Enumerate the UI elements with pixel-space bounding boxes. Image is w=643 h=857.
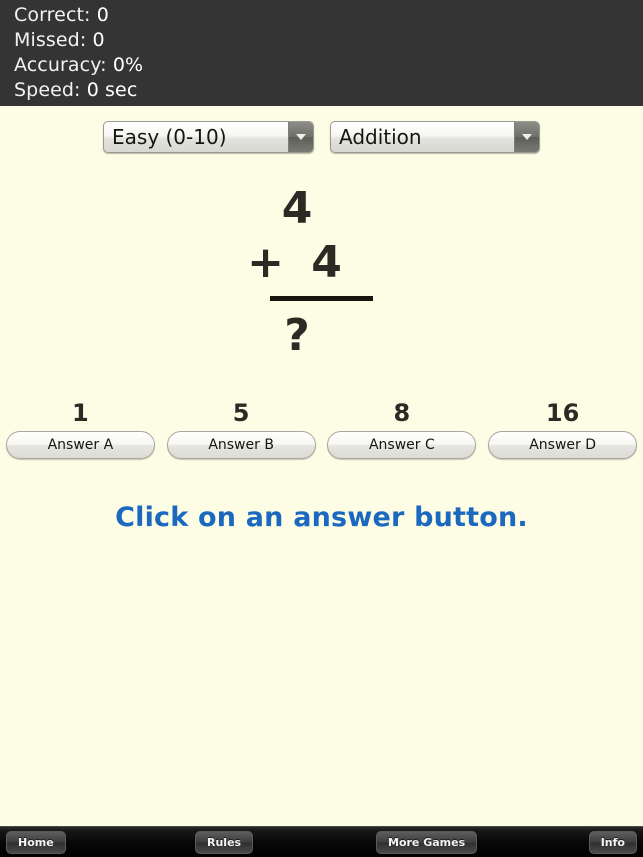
controls-row: Easy (0-10) Addition xyxy=(0,121,643,155)
answer-value-a: 1 xyxy=(72,399,89,427)
operation-select-value: Addition xyxy=(339,125,422,149)
chevron-down-icon[interactable] xyxy=(288,122,313,152)
home-button[interactable]: Home xyxy=(6,831,66,854)
problem-divider-rule xyxy=(270,296,373,301)
info-button[interactable]: Info xyxy=(588,831,637,854)
answer-button-d[interactable]: Answer D xyxy=(488,431,638,459)
problem-operand-1: 4 xyxy=(281,183,314,234)
stats-header: Correct: 0 Missed: 0 Accuracy: 0% Speed:… xyxy=(0,0,643,106)
answer-button-c[interactable]: Answer C xyxy=(327,431,477,459)
stat-correct-label: Correct: xyxy=(14,4,91,26)
problem-operator-operand: + 4 xyxy=(247,237,348,288)
chevron-down-icon[interactable] xyxy=(514,122,539,152)
stat-speed: Speed: 0 sec xyxy=(14,78,643,103)
rules-button[interactable]: Rules xyxy=(195,831,254,854)
stat-correct: Correct: 0 xyxy=(14,3,643,28)
answer-button-a[interactable]: Answer A xyxy=(5,431,155,459)
math-problem: 4 + 4 ? xyxy=(0,182,643,363)
answer-value-d: 16 xyxy=(545,399,580,427)
answer-cell-d: 16 Answer D xyxy=(482,400,643,459)
stat-speed-label: Speed: xyxy=(14,79,81,101)
bottom-toolbar: Home Rules More Games Info xyxy=(0,826,643,857)
status-message: Click on an answer button. xyxy=(115,502,528,533)
operation-select[interactable]: Addition xyxy=(330,121,540,153)
stat-correct-value: 0 xyxy=(96,4,109,26)
answer-cell-c: 8 Answer C xyxy=(322,400,483,459)
difficulty-select-value: Easy (0-10) xyxy=(112,125,227,149)
stat-speed-value: 0 sec xyxy=(86,79,138,101)
difficulty-select[interactable]: Easy (0-10) xyxy=(103,121,314,153)
stat-missed-label: Missed: xyxy=(14,29,87,51)
stat-missed-value: 0 xyxy=(92,29,105,51)
answer-button-b[interactable]: Answer B xyxy=(166,431,316,459)
problem-result: ? xyxy=(284,310,311,361)
answer-cell-a: 1 Answer A xyxy=(0,400,161,459)
answer-value-c: 8 xyxy=(393,399,411,427)
answers-row: 1 Answer A 5 Answer B 8 Answer C 16 Answ… xyxy=(0,400,643,459)
stat-missed: Missed: 0 xyxy=(14,28,643,53)
more-games-button[interactable]: More Games xyxy=(376,831,478,854)
stat-accuracy-label: Accuracy: xyxy=(14,54,107,76)
answer-cell-b: 5 Answer B xyxy=(161,400,322,459)
answer-value-b: 5 xyxy=(232,399,250,427)
stat-accuracy-value: 0% xyxy=(112,54,144,76)
stat-accuracy: Accuracy: 0% xyxy=(14,53,643,78)
